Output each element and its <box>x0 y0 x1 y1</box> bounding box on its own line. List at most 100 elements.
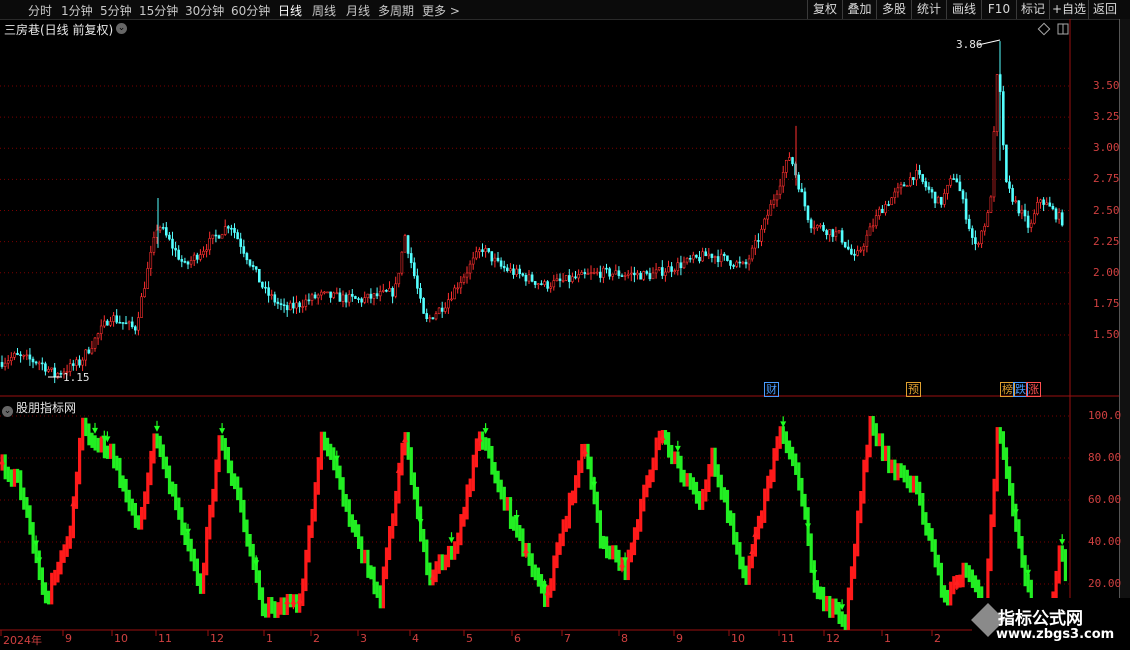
candle-body <box>933 191 937 204</box>
candle-body <box>31 358 35 363</box>
candle-body <box>81 359 84 366</box>
indicator-bar <box>629 542 633 563</box>
candle-body <box>989 196 993 213</box>
indicator-bar <box>890 459 894 474</box>
event-marker-rise[interactable]: 涨 <box>1026 382 1041 397</box>
indicator-bar <box>512 516 516 531</box>
candle-body <box>533 281 537 285</box>
indicator-bar <box>896 463 900 481</box>
candle-body <box>40 362 44 365</box>
candle-body <box>530 274 534 282</box>
candle-body <box>59 372 63 375</box>
candle-body <box>555 278 559 281</box>
candle-body <box>130 321 134 328</box>
indicator-bar <box>642 484 646 512</box>
candle-body <box>484 248 487 253</box>
indicator-bar <box>133 502 137 528</box>
candle-body <box>223 226 227 235</box>
indicator-bar <box>998 427 1002 444</box>
candle-body <box>670 266 673 272</box>
candle-body <box>16 352 19 356</box>
candle-body <box>459 282 463 289</box>
candle-body <box>276 301 280 304</box>
indicator-bar <box>992 478 996 528</box>
indicator-bar <box>412 472 416 500</box>
chevron-down-icon[interactable]: ⌄ <box>2 406 13 417</box>
indicator-bar <box>490 445 494 475</box>
indicator-bar <box>853 543 857 579</box>
candle-body <box>44 363 47 372</box>
candle-body <box>220 234 224 239</box>
indicator-bar <box>626 549 630 581</box>
candle-body <box>853 253 856 256</box>
indicator-bar <box>1017 519 1021 549</box>
candle-body <box>1023 209 1027 217</box>
indicator-bar <box>865 444 869 473</box>
time-tick-label: 8 <box>621 632 628 645</box>
candle-body <box>344 294 348 303</box>
candle-body <box>698 256 701 262</box>
indicator-bar <box>784 431 788 454</box>
candle-body <box>335 292 339 295</box>
sell-arrow-icon <box>811 570 818 577</box>
indicator-bar <box>760 510 764 529</box>
candle-body <box>598 271 602 278</box>
candle-body <box>586 273 590 275</box>
indicator-bar <box>797 462 801 491</box>
indicator-bar <box>809 533 813 573</box>
candle-body <box>1042 199 1045 205</box>
candle-body <box>648 273 652 280</box>
candle-body <box>205 249 208 252</box>
indicator-bar <box>970 569 974 588</box>
indicator-bar <box>459 514 463 546</box>
indicator-bar <box>636 519 640 540</box>
indicator-bar <box>112 443 116 469</box>
candle-body <box>366 293 370 298</box>
price-tick-label: 1.75 <box>1093 296 1120 310</box>
candle-body <box>912 177 915 181</box>
candle-body <box>949 178 952 186</box>
candle-body <box>1017 200 1021 214</box>
candle-body <box>757 240 760 242</box>
indicator-bar <box>164 456 168 479</box>
event-marker-finance[interactable]: 财 <box>764 382 779 397</box>
indicator-bar <box>877 433 881 447</box>
event-marker-forecast[interactable]: 预 <box>906 382 921 397</box>
indicator-bar <box>90 432 94 448</box>
candle-body <box>766 214 770 220</box>
candle-body <box>369 293 373 299</box>
indicator-bar <box>319 431 323 470</box>
candle-body <box>1033 213 1036 224</box>
indicator-bar <box>270 597 274 614</box>
candle-body <box>518 268 522 275</box>
candle-body <box>143 288 146 298</box>
indicator-bar <box>595 491 599 523</box>
indicator-bar <box>552 555 556 591</box>
candle-body <box>1051 206 1055 210</box>
candle-body <box>924 181 928 188</box>
indicator-bar <box>217 435 221 473</box>
indicator-bar <box>124 478 128 503</box>
candle-body <box>332 292 336 298</box>
indicator-bar <box>118 457 122 489</box>
candle-body <box>453 287 456 300</box>
indicator-bar <box>59 550 63 575</box>
candle-body <box>642 271 646 280</box>
indicator-bar <box>78 437 82 485</box>
indicator-bar <box>849 566 854 601</box>
candle-body <box>685 257 689 263</box>
candle-body <box>115 315 118 323</box>
candle-body <box>1008 181 1011 189</box>
indicator-bar <box>939 562 943 598</box>
indicator-bar <box>911 475 916 493</box>
candle-body <box>602 267 605 278</box>
candle-body <box>936 196 940 204</box>
main-grid <box>0 85 1070 336</box>
candle-body <box>918 170 921 175</box>
indicator-bar <box>716 464 720 488</box>
indicator-bar <box>62 544 66 563</box>
candle-body <box>967 218 971 229</box>
indicator-bar <box>856 510 860 557</box>
candle-body <box>983 225 987 232</box>
candle-body <box>1036 202 1039 215</box>
